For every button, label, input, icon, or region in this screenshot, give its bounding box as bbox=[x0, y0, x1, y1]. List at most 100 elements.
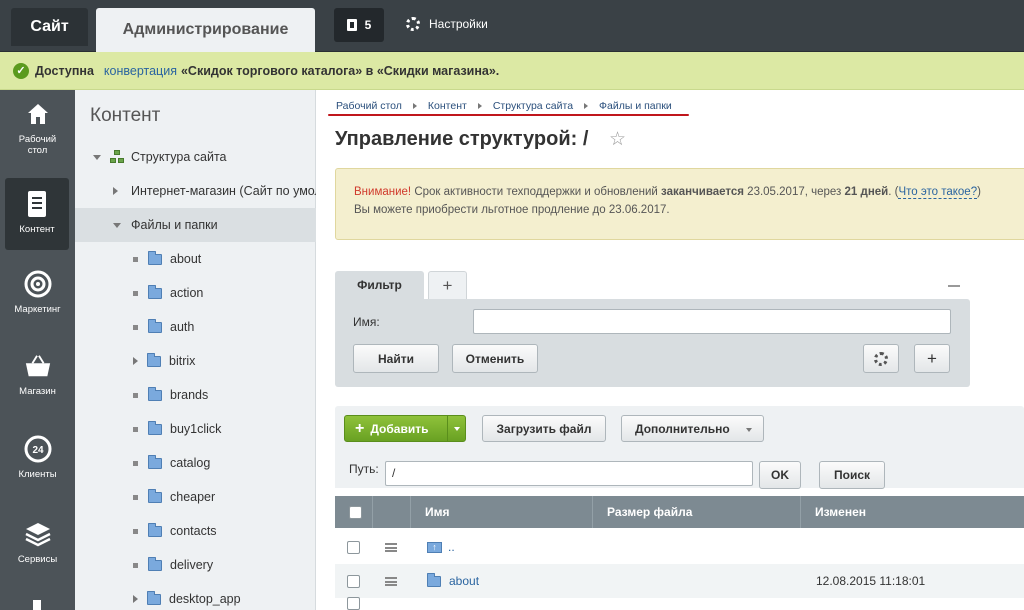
warning-line2: Вы можете приобрести льготное продление … bbox=[354, 204, 670, 216]
menu-shop[interactable]: Магазин bbox=[0, 352, 75, 422]
row-name-link[interactable]: about bbox=[449, 574, 479, 588]
path-ok-button[interactable]: OK bbox=[759, 461, 801, 489]
table-row[interactable]: about 12.08.2015 11:18:01 bbox=[335, 564, 1024, 598]
tree-folder-item[interactable]: buy1click bbox=[75, 412, 316, 446]
tree-item-shop[interactable]: Интернет-магазин (Сайт по умол bbox=[75, 174, 316, 208]
add-button[interactable]: + Добавить bbox=[344, 415, 466, 442]
tree-folder-item[interactable]: bitrix bbox=[75, 344, 316, 378]
collapse-filter-icon[interactable] bbox=[948, 285, 960, 287]
warning-attention: Внимание! bbox=[354, 186, 412, 198]
tree-folder-item[interactable]: delivery bbox=[75, 548, 316, 582]
column-header-modified[interactable]: Изменен bbox=[801, 496, 1024, 528]
row-checkbox-cell bbox=[347, 597, 360, 610]
expand-icon[interactable] bbox=[93, 154, 101, 160]
breadcrumb-content[interactable]: Контент bbox=[428, 100, 467, 112]
tab-site[interactable]: Сайт bbox=[11, 8, 88, 46]
notifications-count: 5 bbox=[364, 18, 372, 32]
folder-icon bbox=[148, 386, 162, 401]
menu-content-label: Контент bbox=[19, 224, 55, 235]
column-header-size[interactable]: Размер файла bbox=[593, 496, 801, 528]
tree-folder-item[interactable]: about bbox=[75, 242, 316, 276]
tree-folder-item[interactable]: auth bbox=[75, 310, 316, 344]
filter-settings-button[interactable] bbox=[863, 344, 899, 373]
row-checkbox-cell bbox=[347, 564, 360, 598]
row-menu-cell bbox=[385, 564, 397, 598]
table-row[interactable] bbox=[335, 597, 1024, 610]
warning-info-link[interactable]: Что это такое? bbox=[898, 186, 978, 199]
folder-icon bbox=[148, 488, 162, 503]
find-button[interactable]: Найти bbox=[353, 344, 439, 373]
add-dropdown-toggle[interactable] bbox=[447, 416, 465, 441]
tree-folder-label: action bbox=[170, 286, 204, 300]
menu-clients[interactable]: 24 Клиенты bbox=[0, 435, 75, 505]
tree-folder-item[interactable]: catalog bbox=[75, 446, 316, 480]
folder-icon bbox=[148, 556, 162, 571]
expand-icon[interactable] bbox=[113, 187, 118, 195]
cancel-button[interactable]: Отменить bbox=[452, 344, 538, 373]
add-filter-tab-button[interactable]: + bbox=[428, 271, 467, 299]
tree-folder-item[interactable]: action bbox=[75, 276, 316, 310]
tree-item-site-structure[interactable]: Структура сайта bbox=[75, 140, 316, 174]
select-all-checkbox[interactable] bbox=[349, 505, 362, 519]
breadcrumb-desktop[interactable]: Рабочий стол bbox=[336, 100, 402, 112]
filter-panel: Имя: Найти Отменить + bbox=[335, 299, 970, 387]
breadcrumb-files[interactable]: Файлы и папки bbox=[599, 100, 672, 112]
notifications-button[interactable]: 5 bbox=[334, 8, 384, 42]
filter-name-input[interactable] bbox=[473, 309, 951, 334]
bullet-icon bbox=[133, 392, 138, 398]
tab-filter[interactable]: Фильтр bbox=[335, 271, 424, 299]
bullet-icon bbox=[133, 460, 138, 466]
menu-desktop[interactable]: Рабочий стол bbox=[0, 100, 75, 170]
notice-link[interactable]: конвертация bbox=[104, 64, 177, 78]
upload-file-button[interactable]: Загрузить файл bbox=[482, 415, 606, 442]
path-input[interactable]: / bbox=[385, 461, 753, 486]
support-warning: Внимание! Срок активности техподдержки и… bbox=[335, 168, 1024, 240]
search-button[interactable]: Поиск bbox=[819, 461, 885, 489]
warning-text: . ( bbox=[888, 186, 899, 198]
tree-folder-label: auth bbox=[170, 320, 195, 334]
content-tree-panel: Контент Структура сайта Интернет-магазин… bbox=[75, 90, 316, 610]
table-row[interactable]: ↑ .. bbox=[335, 530, 1024, 564]
more-button-label: Дополнительно bbox=[635, 421, 730, 436]
warning-text: Срок активности техподдержки и обновлени… bbox=[411, 186, 662, 198]
more-button[interactable]: Дополнительно bbox=[621, 415, 764, 442]
menu-services[interactable]: Сервисы bbox=[0, 520, 75, 590]
row-checkbox-cell bbox=[347, 530, 360, 564]
tree-folder-label: cheaper bbox=[170, 490, 216, 504]
row-name-link[interactable]: .. bbox=[448, 540, 455, 554]
menu-marketing[interactable]: Маркетинг bbox=[0, 270, 75, 340]
tree-folder-label: contacts bbox=[170, 524, 217, 538]
column-header-name[interactable]: Имя bbox=[411, 496, 593, 528]
warning-text: ) bbox=[977, 186, 981, 198]
filter-add-button[interactable]: + bbox=[914, 344, 950, 373]
expand-icon[interactable] bbox=[133, 357, 138, 365]
add-button-label: Добавить bbox=[370, 421, 429, 436]
breadcrumb-site-structure[interactable]: Структура сайта bbox=[493, 100, 573, 112]
notification-icon bbox=[346, 19, 357, 31]
row-menu-icon[interactable] bbox=[385, 576, 397, 586]
bullet-icon bbox=[133, 324, 138, 330]
tab-administration[interactable]: Администрирование bbox=[96, 8, 315, 52]
notice-text: «Скидок торгового каталога» в «Скидки ма… bbox=[180, 63, 500, 78]
bullet-icon bbox=[133, 562, 138, 568]
row-checkbox[interactable] bbox=[347, 597, 360, 610]
warning-bold: заканчивается bbox=[661, 186, 744, 198]
favorite-star-icon[interactable]: ☆ bbox=[609, 128, 626, 151]
expand-icon[interactable] bbox=[133, 595, 138, 603]
expand-icon[interactable] bbox=[113, 222, 121, 228]
breadcrumb-separator-icon bbox=[584, 103, 589, 109]
tree-folder-item[interactable]: cheaper bbox=[75, 480, 316, 514]
row-menu-icon[interactable] bbox=[385, 542, 397, 552]
tree-folder-item[interactable]: contacts bbox=[75, 514, 316, 548]
menu-content[interactable]: Контент bbox=[5, 178, 69, 250]
tree-folder-label: catalog bbox=[170, 456, 211, 470]
row-checkbox[interactable] bbox=[347, 574, 360, 588]
notice-prefix: Доступна bbox=[35, 63, 94, 78]
settings-button[interactable]: Настройки bbox=[406, 17, 488, 31]
row-checkbox[interactable] bbox=[347, 540, 360, 554]
tree-folder-item[interactable]: brands bbox=[75, 378, 316, 412]
tree-folder-item[interactable]: desktop_app bbox=[75, 582, 316, 610]
tree-item-files[interactable]: Файлы и папки bbox=[75, 208, 316, 242]
folder-icon bbox=[148, 318, 162, 333]
warning-days: 21 дней bbox=[844, 186, 889, 198]
